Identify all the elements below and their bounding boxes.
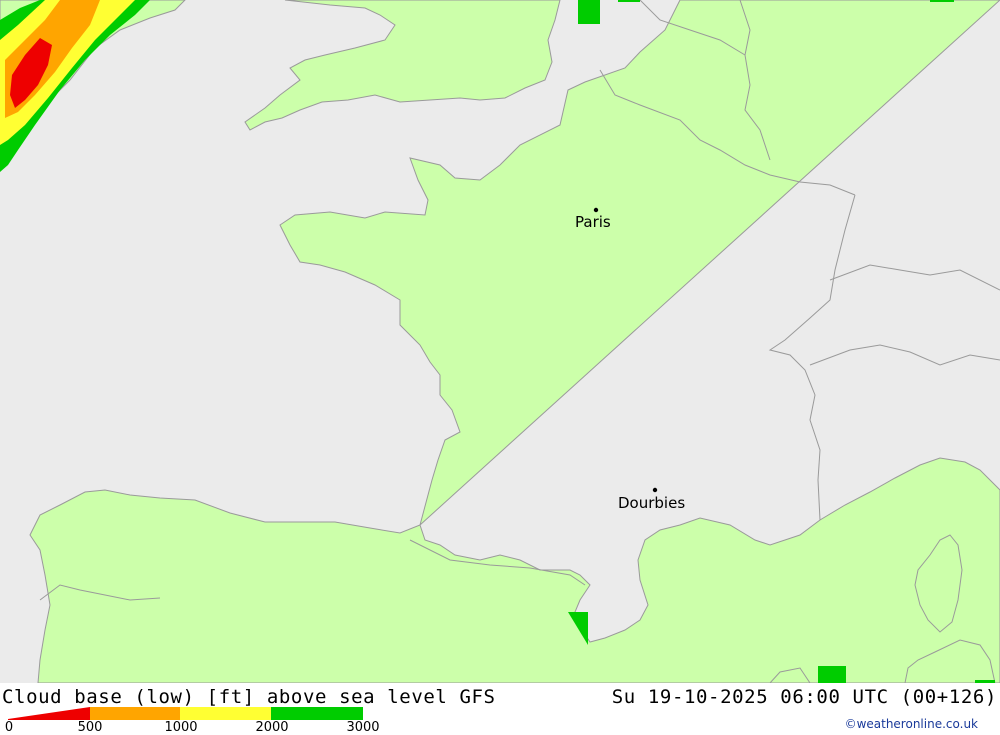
city-label: Dourbies (618, 494, 685, 512)
map-datetime: Su 19-10-2025 06:00 UTC (00+126) (611, 686, 997, 708)
scale-segment-orange (90, 707, 180, 720)
cloud-zone-green-patch (578, 0, 600, 24)
scale-segment-red (8, 707, 90, 720)
cloud-zone-green-patch (618, 0, 640, 2)
scale-segment-green (271, 707, 363, 720)
cloud-zone-green-patch (818, 666, 846, 683)
cloud-zone-green-patch (930, 0, 954, 2)
credit-link[interactable]: ©weatheronline.co.uk (845, 717, 978, 731)
city-marker (652, 487, 658, 493)
city-label: Paris (575, 213, 611, 231)
scale-segment-yellow (180, 707, 271, 720)
map-footer: Cloud base (low) [ft] above sea level GF… (0, 683, 1000, 735)
city-marker (593, 207, 599, 213)
map-canvas: Paris Dourbies (0, 0, 1000, 684)
map-area[interactable]: Paris Dourbies (0, 0, 1000, 684)
